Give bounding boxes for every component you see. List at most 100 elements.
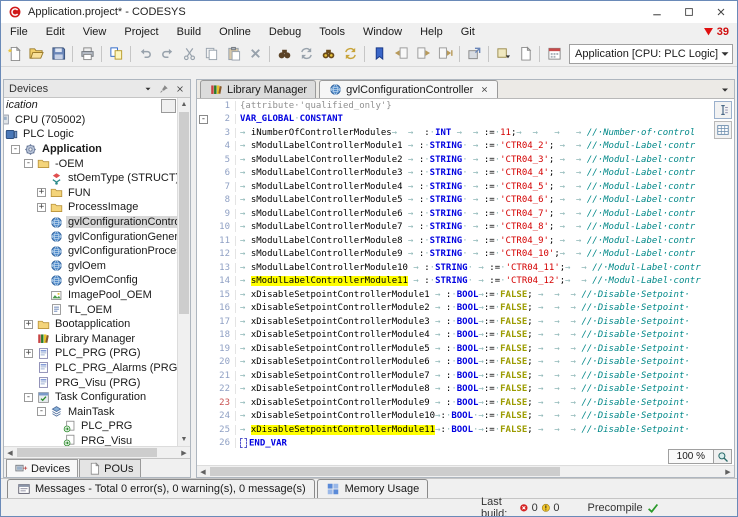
tree-item-gvloem[interactable]: gvlOem [4, 259, 177, 274]
menu-view[interactable]: View [74, 25, 116, 39]
tree-item-stoemtype-struct[interactable]: stOemType (STRUCT) [4, 171, 177, 186]
menu-git[interactable]: Git [452, 25, 484, 39]
scroll-right-arrow[interactable]: ▶ [178, 447, 190, 458]
tree-item-bootapplication[interactable]: +Bootapplication [4, 317, 177, 332]
tree-item-imagepool-oem[interactable]: ImagePool_OEM [4, 288, 177, 303]
copy-button[interactable] [200, 43, 222, 65]
replace-gold-button[interactable] [339, 43, 361, 65]
expand-icon[interactable]: + [24, 349, 33, 358]
tree-item-prg-visu-prg[interactable]: PRG_Visu (PRG) [4, 375, 177, 390]
undo-button[interactable] [134, 43, 156, 65]
devices-tree[interactable]: icationCPU (705002)PLC Logic-Application… [4, 98, 177, 446]
print-button[interactable] [76, 43, 98, 65]
device-dropdown-button[interactable] [161, 99, 176, 113]
memory-usage-tab[interactable]: Memory Usage [317, 479, 429, 498]
editor-horizontal-scrollbar[interactable]: ◀ ▶ [197, 465, 734, 477]
tab-list-chevron-icon[interactable] [719, 84, 731, 96]
collapse-icon[interactable]: - [24, 159, 33, 168]
find-button[interactable] [273, 43, 295, 65]
scroll-left-arrow[interactable]: ◀ [197, 466, 209, 477]
notification-flag-icon[interactable] [702, 26, 715, 39]
tree-item-processimage[interactable]: +ProcessImage [4, 200, 177, 215]
scroll-down-arrow[interactable]: ▼ [178, 433, 190, 446]
tab-pous[interactable]: POUs [79, 459, 141, 477]
calendar-button[interactable] [543, 43, 565, 65]
tree-item-gvloemconfig[interactable]: gvlOemConfig [4, 273, 177, 288]
scroll-right-arrow[interactable]: ▶ [722, 466, 734, 477]
tree-item-library-manager[interactable]: Library Manager [4, 332, 177, 347]
delete-button[interactable] [244, 43, 266, 65]
options-dropdown-button[interactable] [492, 43, 514, 65]
notification-count[interactable]: 39 [717, 26, 729, 38]
menu-help[interactable]: Help [411, 25, 452, 39]
tree-item-plc-prg[interactable]: PLC_PRG [4, 419, 177, 434]
fold-collapse-icon[interactable]: - [199, 115, 208, 124]
maximize-button[interactable] [673, 1, 705, 23]
tree-vertical-scrollbar[interactable]: ▲ ▼ [177, 98, 190, 446]
expand-icon[interactable]: + [37, 188, 46, 197]
menu-tools[interactable]: Tools [310, 25, 354, 39]
tree-item-plc-prg-alarms-prg[interactable]: PLC_PRG_Alarms (PRG) [4, 361, 177, 376]
tabular-view-button[interactable] [714, 121, 732, 139]
tree-item-fun[interactable]: +FUN [4, 186, 177, 201]
menu-debug[interactable]: Debug [260, 25, 310, 39]
export-button[interactable] [463, 43, 485, 65]
document-tab-library-manager[interactable]: Library Manager [200, 80, 316, 98]
tree-item-plc-logic[interactable]: PLC Logic [4, 127, 177, 142]
fold-margin[interactable]: - [197, 115, 210, 124]
bookmark-prev-button[interactable] [390, 43, 412, 65]
find-gold-button[interactable] [317, 43, 339, 65]
scroll-left-arrow[interactable]: ◀ [4, 447, 16, 458]
collapse-icon[interactable]: - [37, 407, 46, 416]
tree-item-gvlconfigurationgenerator[interactable]: gvlConfigurationGenerator [4, 229, 177, 244]
panel-menu-chevron-icon[interactable] [140, 81, 156, 96]
tree-item-ication[interactable]: ication [4, 98, 177, 113]
declaration-editor[interactable]: 1{attribute·'qualified_only'}-2VAR_GLOBA… [197, 99, 734, 448]
bookmark-button[interactable] [368, 43, 390, 65]
collapse-icon[interactable]: - [11, 145, 20, 154]
cut-button[interactable] [178, 43, 200, 65]
tree-horizontal-scrollbar[interactable]: ◀ ▶ [4, 446, 190, 458]
menu-project[interactable]: Project [115, 25, 167, 39]
collapse-icon[interactable]: - [24, 393, 33, 402]
menu-build[interactable]: Build [168, 25, 210, 39]
magnifier-icon[interactable] [714, 449, 732, 464]
messages-tab[interactable]: Messages - Total 0 error(s), 0 warning(s… [7, 479, 315, 498]
doc-new-button[interactable] [3, 43, 25, 65]
scroll-up-arrow[interactable]: ▲ [178, 98, 190, 111]
chevron-down-icon[interactable] [718, 47, 732, 61]
menu-edit[interactable]: Edit [37, 25, 74, 39]
tree-item-gvlconfigurationcontroller[interactable]: gvlConfigurationController [4, 215, 177, 230]
scroll-thumb[interactable] [179, 112, 189, 314]
copy-doc-button[interactable] [105, 43, 127, 65]
doc-add-button[interactable] [514, 43, 536, 65]
scroll-thumb[interactable] [210, 467, 560, 476]
tree-item-tl-oem[interactable]: TL_OEM [4, 302, 177, 317]
tab-devices[interactable]: Devices [6, 459, 78, 477]
tree-item-plc-prg-prg[interactable]: +PLC_PRG (PRG) [4, 346, 177, 361]
close-tab-icon[interactable] [479, 85, 489, 95]
redo-button[interactable] [156, 43, 178, 65]
menu-online[interactable]: Online [210, 25, 260, 39]
tree-item-gvlconfigurationprocessimage[interactable]: gvlConfigurationProcessImage [4, 244, 177, 259]
minimize-button[interactable] [641, 1, 673, 23]
scroll-thumb[interactable] [17, 448, 157, 457]
folder-open-button[interactable] [25, 43, 47, 65]
bookmark-last-button[interactable] [434, 43, 456, 65]
zoom-level[interactable]: 100 % [668, 449, 714, 464]
document-tab-gvlconfigurationcontroller[interactable]: gvlConfigurationController [319, 80, 498, 98]
replace-button[interactable] [295, 43, 317, 65]
save-button[interactable] [47, 43, 69, 65]
close-button[interactable] [705, 1, 737, 23]
tree-item-prg-visu[interactable]: PRG_Visu [4, 434, 177, 446]
paste-button[interactable] [222, 43, 244, 65]
tree-item-task-configuration[interactable]: -Task Configuration [4, 390, 177, 405]
tree-item-cpu-705002[interactable]: CPU (705002) [4, 113, 177, 128]
tree-item-oem[interactable]: --OEM [4, 156, 177, 171]
menu-file[interactable]: File [1, 25, 37, 39]
tree-item-maintask[interactable]: -MainTask [4, 404, 177, 419]
active-application-combo[interactable]: Application [CPU: PLC Logic] [569, 44, 733, 64]
tree-item-application[interactable]: -Application [4, 142, 177, 157]
expand-icon[interactable]: + [37, 203, 46, 212]
bookmark-next-button[interactable] [412, 43, 434, 65]
